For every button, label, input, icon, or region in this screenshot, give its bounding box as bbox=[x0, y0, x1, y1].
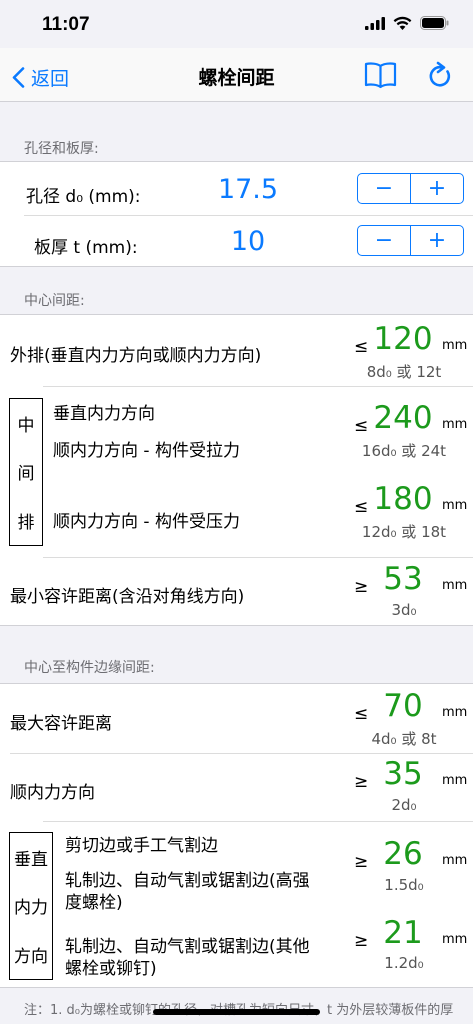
middle-tension-unit: mm bbox=[442, 417, 468, 432]
outer-row-value: 120 bbox=[373, 321, 433, 357]
edge-rolled-other-unit: mm bbox=[442, 932, 468, 947]
hole-diameter-value[interactable]: 17.5 bbox=[188, 174, 308, 205]
plate-thickness-minus-button[interactable]: − bbox=[358, 226, 411, 255]
home-indicator[interactable] bbox=[153, 1009, 320, 1015]
status-time: 11:07 bbox=[42, 14, 90, 35]
middle-compression-label: 顺内力方向 - 构件受压力 bbox=[53, 512, 240, 532]
middle-compression-value: 180 bbox=[373, 481, 433, 517]
hole-diameter-plus-button[interactable]: + bbox=[411, 174, 463, 203]
edge-along-formula: 2d₀ bbox=[391, 796, 417, 814]
min-distance-unit: mm bbox=[442, 578, 468, 593]
middle-row-box-char: 中 bbox=[17, 415, 35, 436]
outer-row-label: 外排(垂直内力方向或顺内力方向) bbox=[10, 346, 262, 366]
edge-rolled-hs-value: 26 bbox=[383, 836, 423, 872]
navigation-bar: 返回 螺栓间距 bbox=[0, 48, 473, 102]
edge-perpendicular-box: 垂直 内力 方向 bbox=[9, 832, 53, 980]
center-spacing-group: 外排(垂直内力方向或顺内力方向) ≤ 120 mm 8d₀ 或 12t 中 间 … bbox=[0, 314, 473, 626]
section-header-edge-spacing: 中心至构件边缘间距: bbox=[24, 660, 155, 676]
middle-tension-value: 240 bbox=[373, 400, 433, 436]
outer-row-formula: 8d₀ 或 12t bbox=[366, 363, 442, 381]
middle-row-box: 中 间 排 bbox=[9, 398, 43, 546]
middle-row-box-char: 间 bbox=[17, 464, 35, 485]
edge-perpendicular-box-text: 内力 bbox=[14, 898, 48, 919]
edge-max-label: 最大容许距离 bbox=[10, 714, 112, 734]
section-header-center-spacing: 中心间距: bbox=[24, 293, 85, 309]
edge-sheared-label: 剪切边或手工气割边 bbox=[65, 836, 218, 856]
plate-thickness-stepper[interactable]: − + bbox=[357, 225, 464, 256]
edge-rolled-hs-label-line2: 度螺栓) bbox=[65, 893, 123, 913]
edge-max-value: 70 bbox=[383, 688, 423, 724]
inputs-group: 孔径 d₀ (mm): 17.5 − + 板厚 t (mm): 10 − + bbox=[0, 161, 473, 267]
edge-along-label: 顺内力方向 bbox=[10, 783, 95, 803]
middle-row-box-char: 排 bbox=[17, 513, 35, 534]
page-title: 螺栓间距 bbox=[198, 67, 275, 89]
plate-thickness-value[interactable]: 10 bbox=[188, 226, 308, 257]
battery-icon bbox=[420, 16, 449, 30]
edge-along-unit: mm bbox=[442, 773, 468, 788]
min-distance-value: 53 bbox=[383, 561, 423, 597]
middle-compression-unit: mm bbox=[442, 498, 468, 513]
edge-perpendicular-box-text: 垂直 bbox=[14, 849, 48, 870]
edge-spacing-group: 最大容许距离 ≤ 70 mm 4d₀ 或 8t 顺内力方向 ≥ 35 mm 2d… bbox=[0, 683, 473, 988]
outer-row-unit: mm bbox=[442, 338, 468, 353]
middle-compression-formula: 12d₀ 或 18t bbox=[361, 523, 447, 541]
edge-max-formula: 4d₀ 或 8t bbox=[371, 730, 437, 748]
refresh-icon[interactable] bbox=[427, 61, 453, 89]
hole-diameter-label: 孔径 d₀ (mm): bbox=[26, 187, 141, 207]
edge-max-unit: mm bbox=[442, 705, 468, 720]
plate-thickness-plus-button[interactable]: + bbox=[411, 226, 463, 255]
hole-diameter-stepper[interactable]: − + bbox=[357, 173, 464, 204]
edge-rolled-hs-formula: 1.5d₀ bbox=[384, 876, 424, 894]
section-header-inputs: 孔径和板厚: bbox=[24, 141, 99, 157]
edge-along-value: 35 bbox=[383, 756, 423, 792]
middle-tension-label: 顺内力方向 - 构件受拉力 bbox=[53, 441, 240, 461]
signal-icon bbox=[365, 16, 385, 30]
plate-thickness-label: 板厚 t (mm): bbox=[34, 238, 138, 258]
edge-rolled-other-value: 21 bbox=[383, 915, 423, 951]
wifi-icon bbox=[393, 16, 412, 30]
min-distance-formula: 3d₀ bbox=[391, 601, 417, 619]
edge-rolled-other-label-line2: 螺栓或铆钉) bbox=[65, 959, 157, 979]
middle-tension-formula: 16d₀ 或 24t bbox=[361, 442, 447, 460]
status-icons bbox=[365, 16, 449, 30]
edge-rolled-other-formula: 1.2d₀ bbox=[384, 954, 424, 972]
edge-rolled-hs-unit: mm bbox=[442, 853, 468, 868]
middle-perpendicular-label: 垂直内力方向 bbox=[53, 404, 155, 424]
min-distance-label: 最小容许距离(含沿对角线方向) bbox=[10, 587, 245, 607]
hole-diameter-minus-button[interactable]: − bbox=[358, 174, 411, 203]
edge-perpendicular-box-text: 方向 bbox=[14, 947, 48, 968]
book-icon[interactable] bbox=[364, 61, 397, 89]
